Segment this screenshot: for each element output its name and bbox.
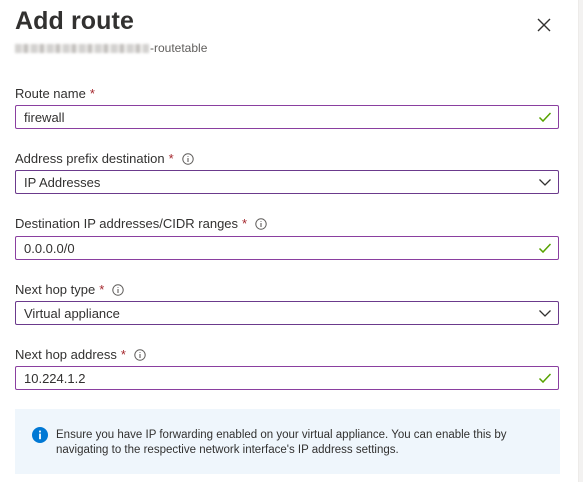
close-icon bbox=[537, 18, 551, 32]
next-hop-address-input[interactable]: 10.224.1.2 bbox=[15, 366, 559, 390]
check-icon bbox=[538, 371, 552, 385]
next-hop-type-dropdown[interactable]: Virtual appliance bbox=[15, 301, 559, 325]
required-mark: * bbox=[168, 151, 174, 166]
required-mark: * bbox=[120, 347, 126, 362]
destination-ips-input[interactable]: 0.0.0.0/0 bbox=[15, 236, 559, 260]
next-hop-type-value: Virtual appliance bbox=[24, 305, 120, 321]
address-prefix-value: IP Addresses bbox=[24, 174, 101, 190]
route-name-value: firewall bbox=[24, 109, 65, 125]
info-icon[interactable] bbox=[134, 348, 146, 361]
info-icon bbox=[32, 427, 48, 448]
destination-ips-label-text: Destination IP addresses/CIDR ranges bbox=[15, 216, 239, 231]
info-icon[interactable] bbox=[112, 283, 124, 296]
next-hop-address-label-text: Next hop address bbox=[15, 347, 117, 362]
address-prefix-dropdown[interactable]: IP Addresses bbox=[15, 170, 559, 194]
add-route-panel: Add route -routetable Route name * firew… bbox=[0, 0, 579, 482]
required-mark: * bbox=[89, 86, 95, 101]
address-prefix-label: Address prefix destination * bbox=[15, 151, 194, 166]
required-mark: * bbox=[242, 216, 248, 231]
destination-ips-label: Destination IP addresses/CIDR ranges * bbox=[15, 216, 267, 231]
next-hop-address-value: 10.224.1.2 bbox=[24, 370, 86, 386]
info-icon[interactable] bbox=[255, 217, 267, 230]
route-name-input[interactable]: firewall bbox=[15, 105, 559, 129]
route-name-label: Route name * bbox=[15, 86, 95, 101]
chevron-down-icon bbox=[538, 175, 552, 189]
next-hop-type-label: Next hop type * bbox=[15, 282, 124, 297]
check-icon bbox=[538, 110, 552, 124]
next-hop-type-label-text: Next hop type bbox=[15, 282, 96, 297]
ip-forwarding-notice: Ensure you have IP forwarding enabled on… bbox=[15, 409, 560, 474]
page-title: Add route bbox=[15, 7, 134, 35]
close-button[interactable] bbox=[531, 12, 557, 38]
redacted-resource-name bbox=[15, 43, 149, 53]
check-icon bbox=[538, 241, 552, 255]
notice-text: Ensure you have IP forwarding enabled on… bbox=[56, 429, 507, 456]
info-icon[interactable] bbox=[181, 152, 194, 165]
page-subtitle: -routetable bbox=[15, 41, 207, 55]
destination-ips-value: 0.0.0.0/0 bbox=[24, 240, 75, 256]
required-mark: * bbox=[99, 282, 105, 297]
address-prefix-label-text: Address prefix destination bbox=[15, 151, 165, 166]
subtitle-suffix: -routetable bbox=[150, 41, 208, 55]
chevron-down-icon bbox=[538, 306, 552, 320]
scrollbar[interactable] bbox=[578, 0, 583, 482]
next-hop-address-label: Next hop address * bbox=[15, 347, 146, 362]
route-name-label-text: Route name bbox=[15, 86, 86, 101]
